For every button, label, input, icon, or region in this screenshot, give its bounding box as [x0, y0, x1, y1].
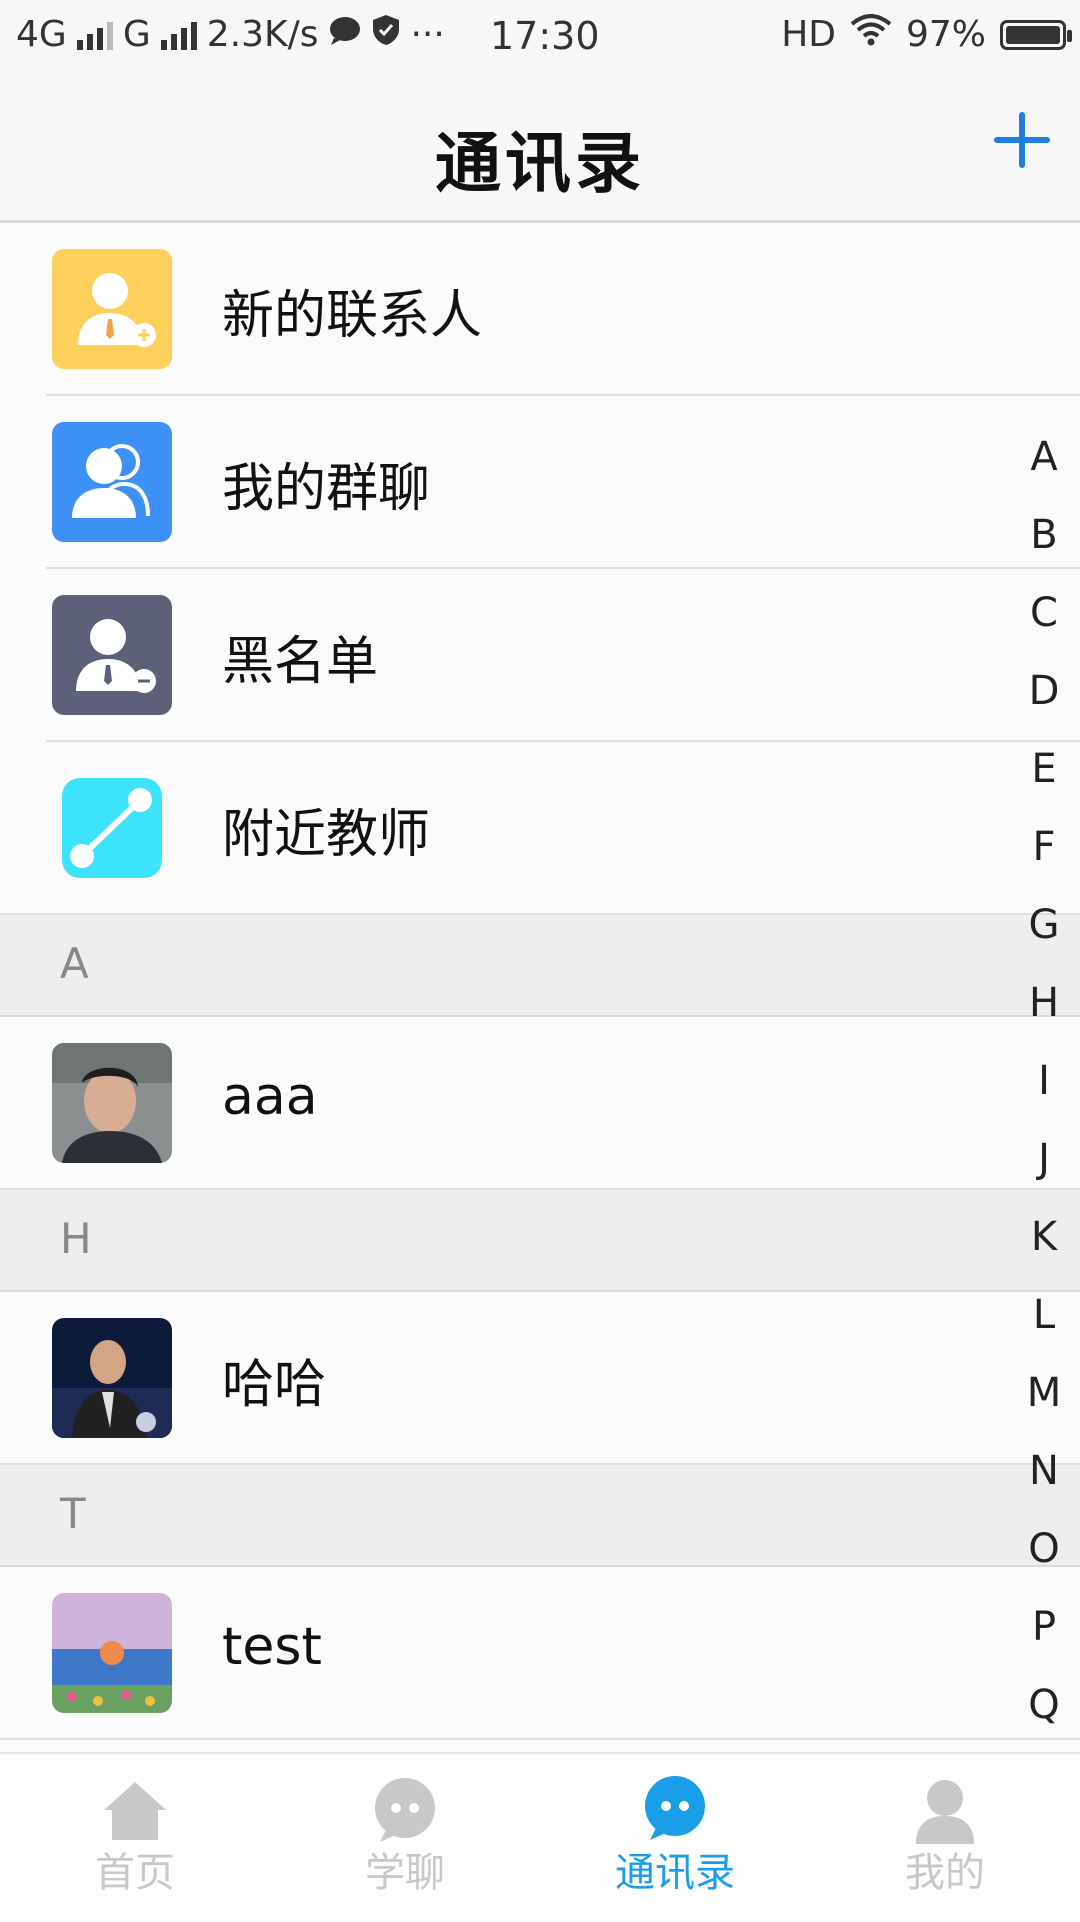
tab-label: 我的	[905, 1850, 985, 1896]
index-letter-q[interactable]: Q	[1008, 1666, 1080, 1744]
battery-icon	[1000, 19, 1072, 50]
page-title: 通讯录	[435, 125, 645, 202]
battery-percent: 97%	[905, 14, 986, 55]
index-letter-f[interactable]: F	[1008, 808, 1080, 886]
index-letter-g[interactable]: G	[1008, 886, 1080, 964]
index-letter-k[interactable]: K	[1008, 1198, 1080, 1276]
clock: 17:30	[490, 14, 600, 58]
shield-icon	[372, 14, 400, 55]
nearby-teachers-icon	[52, 768, 172, 888]
group-chat-icon	[52, 422, 172, 542]
list-item-new-contacts[interactable]: 新的联系人	[0, 223, 1080, 396]
hd-indicator: HD	[781, 14, 836, 55]
list-item-blacklist[interactable]: 黑名单	[0, 569, 1080, 742]
status-bar: 4G G 2.3K/s ··· 17:30 HD 97%	[0, 0, 1080, 76]
alphabet-index[interactable]: ABCDEFGHIJKLMNOPQ	[1008, 418, 1080, 1744]
index-letter-j[interactable]: J	[1008, 1120, 1080, 1198]
section-header-h: H	[0, 1190, 1080, 1292]
list-item-my-groups[interactable]: 我的群聊	[0, 396, 1080, 569]
network-speed: 2.3K/s	[206, 14, 319, 55]
tab-home[interactable]: 首页	[0, 1754, 270, 1922]
list-item-label: 附近教师	[222, 805, 431, 865]
index-letter-d[interactable]: D	[1008, 652, 1080, 730]
contact-row[interactable]: 哈哈	[0, 1292, 1080, 1465]
index-letter-o[interactable]: O	[1008, 1510, 1080, 1588]
list-item-label: 黑名单	[222, 632, 379, 692]
tab-contacts[interactable]: 通讯录	[540, 1754, 810, 1922]
signal-strength-icon	[160, 20, 197, 50]
add-contact-button[interactable]	[994, 112, 1050, 168]
bottom-tab-bar: 首页 学聊 通讯录 我的	[0, 1752, 1080, 1922]
section-letter: H	[60, 1214, 92, 1263]
add-contact-icon	[52, 249, 172, 369]
contacts-bubble-icon	[640, 1776, 710, 1846]
chat-bubble-icon	[370, 1776, 440, 1846]
signal-strength-icon	[76, 20, 113, 50]
blacklist-icon	[52, 595, 172, 715]
network-type-g: G	[122, 14, 151, 55]
home-icon	[100, 1776, 170, 1846]
section-letter: A	[60, 939, 89, 988]
index-letter-n[interactable]: N	[1008, 1432, 1080, 1510]
section-header-t: T	[0, 1465, 1080, 1567]
contact-row[interactable]: test	[0, 1567, 1080, 1740]
tab-me[interactable]: 我的	[810, 1754, 1080, 1922]
section-header-a: A	[0, 915, 1080, 1017]
index-letter-c[interactable]: C	[1008, 574, 1080, 652]
contact-row[interactable]: aaa	[0, 1017, 1080, 1190]
wifi-icon	[850, 14, 892, 55]
network-type-4g: 4G	[16, 14, 67, 55]
tab-chat[interactable]: 学聊	[270, 1754, 540, 1922]
avatar	[52, 1318, 172, 1438]
contacts-list: 新的联系人 我的群聊 黑名单 附近教师 A aaa H 哈哈 T test	[0, 223, 1080, 1740]
list-item-nearby-teachers[interactable]: 附近教师	[0, 742, 1080, 915]
index-letter-a[interactable]: A	[1008, 418, 1080, 496]
tab-label: 首页	[95, 1850, 175, 1896]
avatar	[52, 1593, 172, 1713]
list-item-label: 我的群聊	[222, 459, 431, 519]
index-letter-m[interactable]: M	[1008, 1354, 1080, 1432]
index-letter-p[interactable]: P	[1008, 1588, 1080, 1666]
contact-name: aaa	[222, 1067, 318, 1127]
person-icon	[910, 1776, 980, 1846]
index-letter-i[interactable]: I	[1008, 1042, 1080, 1120]
nav-header: 通讯录	[0, 76, 1080, 223]
more-notifications-icon: ···	[410, 14, 445, 55]
tab-label: 通讯录	[615, 1850, 735, 1896]
avatar	[52, 1043, 172, 1163]
index-letter-l[interactable]: L	[1008, 1276, 1080, 1354]
message-icon	[328, 14, 362, 55]
index-letter-h[interactable]: H	[1008, 964, 1080, 1042]
contact-name: test	[222, 1617, 322, 1677]
tab-label: 学聊	[365, 1850, 445, 1896]
list-item-label: 新的联系人	[222, 286, 483, 346]
contact-name: 哈哈	[222, 1355, 327, 1415]
index-letter-e[interactable]: E	[1008, 730, 1080, 808]
index-letter-b[interactable]: B	[1008, 496, 1080, 574]
section-letter: T	[60, 1489, 86, 1538]
